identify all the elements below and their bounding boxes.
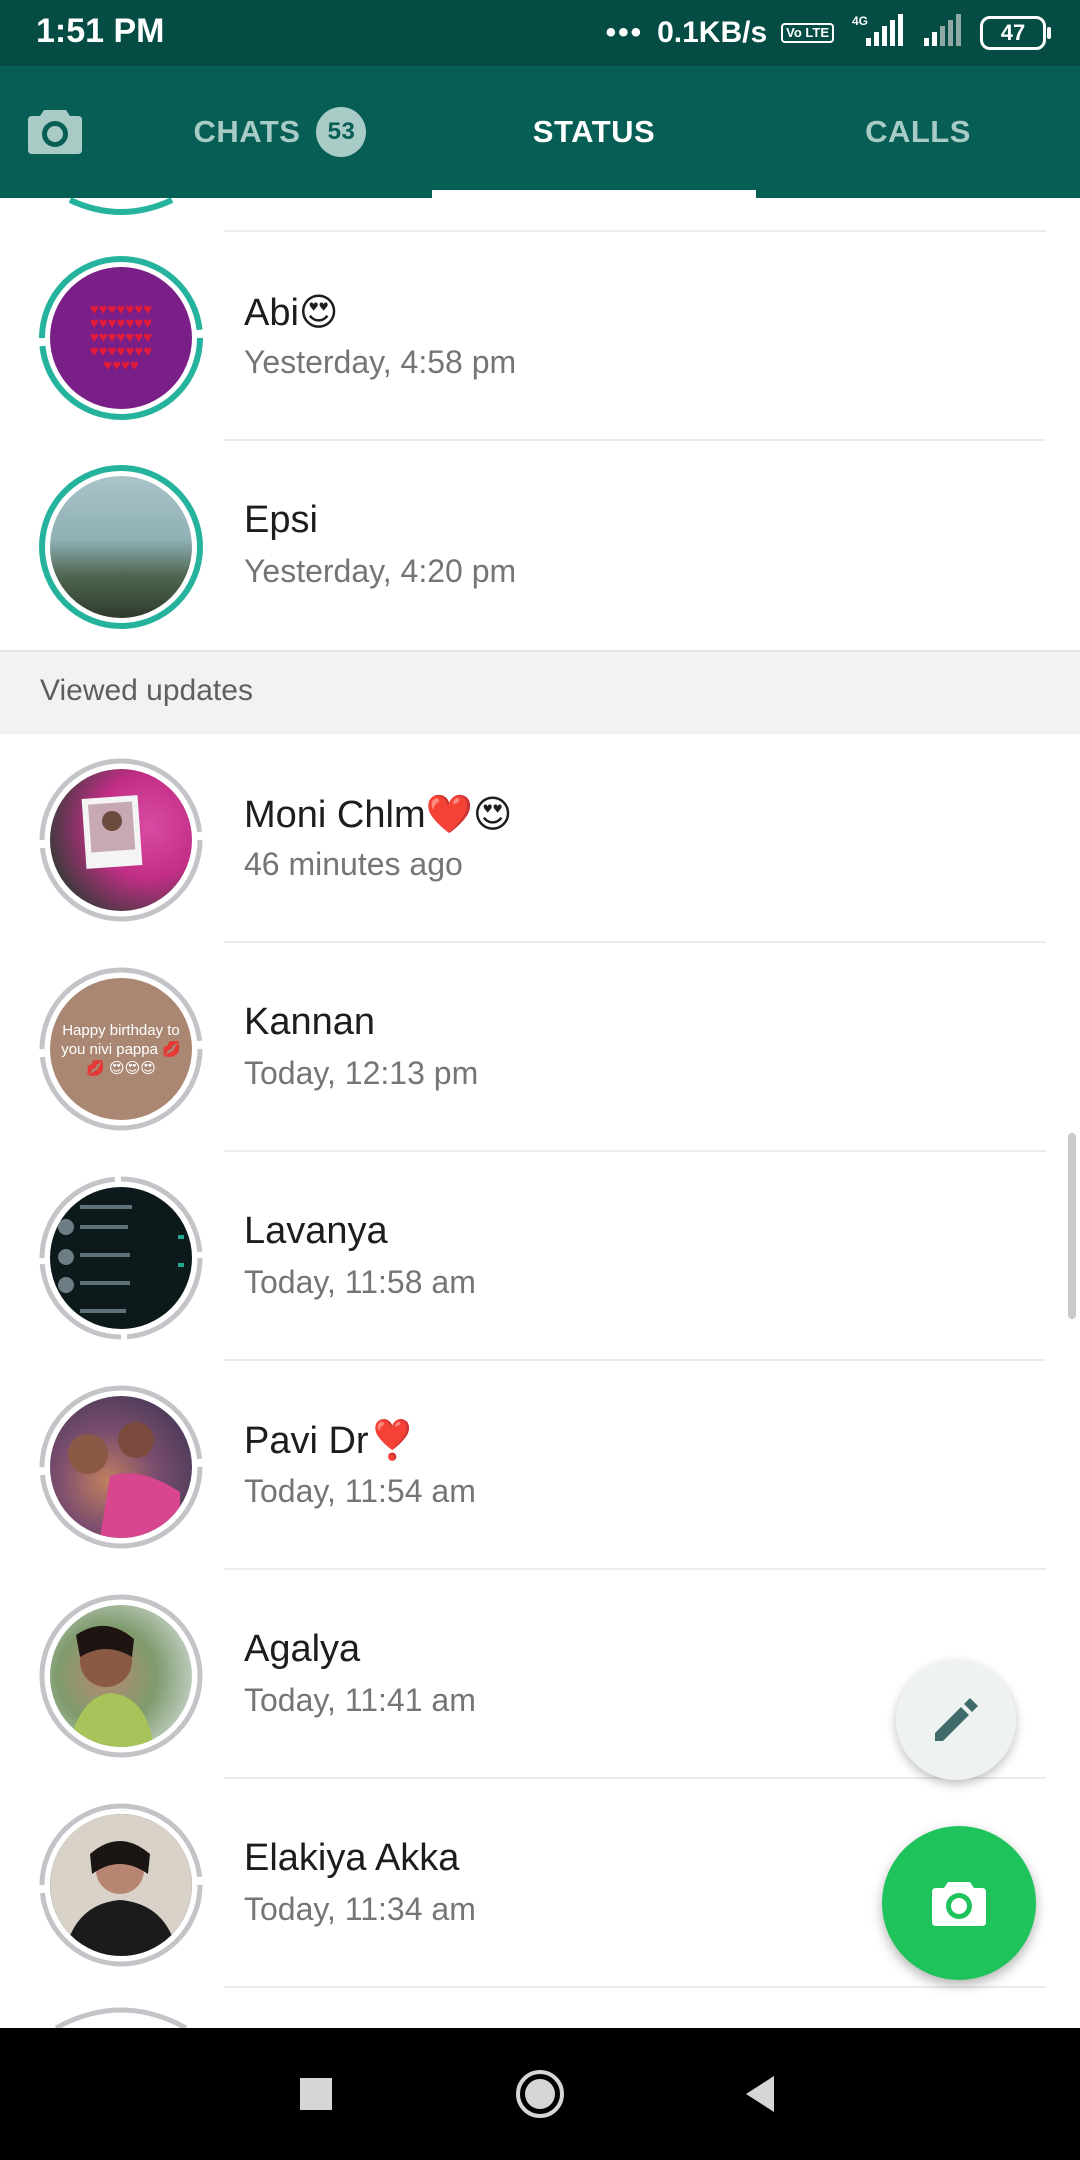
status-time: Today, 12:13 pm [244, 1055, 479, 1091]
text-status-button[interactable] [896, 1660, 1016, 1780]
status-thumbnail [50, 476, 192, 618]
back-button[interactable] [690, 2028, 830, 2160]
avatar: ♥♥♥♥♥♥♥ ♥♥♥♥♥♥♥ ♥♥♥♥♥♥♥ ♥♥♥♥♥♥♥ ♥♥♥♥ [38, 255, 204, 421]
status-thumbnail [50, 769, 192, 911]
notification-dots-icon: ••• [605, 16, 644, 49]
network-speed: 0.1KB/s [657, 16, 768, 49]
triangle-back-icon [746, 2076, 774, 2112]
partial-status-item[interactable] [0, 1988, 1080, 2028]
status-thumbnail [50, 1187, 192, 1329]
network-type-label: 4G [852, 14, 868, 28]
system-status-bar: 1:51 PM ••• 0.1KB/s Vo LTE 4G 47 [0, 0, 1080, 66]
system-navigation-bar [0, 2028, 1080, 2160]
avatar [38, 1175, 204, 1341]
status-thumbnail: Happy birthday to you nivi pappa 💋💋 😍😍😍 [50, 978, 192, 1120]
status-item-pavi[interactable]: Pavi Dr❣️ Today, 11:54 am [0, 1361, 1080, 1570]
volte-icon: Vo LTE [781, 23, 834, 43]
section-title: Viewed updates [40, 674, 253, 707]
square-recents-icon [300, 2078, 332, 2110]
status-item-lavanya[interactable]: Lavanya Today, 11:58 am [0, 1152, 1080, 1361]
status-time: Today, 11:34 am [244, 1891, 476, 1927]
status-item-kannan[interactable]: Happy birthday to you nivi pappa 💋💋 😍😍😍 … [0, 943, 1080, 1152]
status-item-epsi[interactable]: Epsi Yesterday, 4:20 pm [0, 441, 1080, 650]
status-thumbnail: ♥♥♥♥♥♥♥ ♥♥♥♥♥♥♥ ♥♥♥♥♥♥♥ ♥♥♥♥♥♥♥ ♥♥♥♥ [50, 267, 192, 409]
viewed-updates-header: Viewed updates [0, 650, 1080, 734]
tab-status[interactable]: STATUS [432, 66, 756, 198]
scrollbar[interactable] [1068, 1133, 1076, 1319]
tab-chats-label: CHATS [193, 114, 301, 149]
camera-icon [28, 110, 82, 154]
unread-count-badge: 53 [316, 107, 367, 157]
tab-calls[interactable]: CALLS [756, 66, 1080, 198]
battery-icon: 47 [980, 16, 1051, 50]
selected-tab-indicator [432, 190, 756, 198]
camera-tab[interactable] [26, 106, 84, 156]
contact-name: Moni Chlm❤️😍 [244, 794, 513, 836]
status-time: Yesterday, 4:58 pm [244, 344, 517, 380]
status-thumbnail [50, 1605, 192, 1747]
status-indicators: ••• 0.1KB/s Vo LTE 4G 47 [605, 12, 1051, 54]
thumbnail-text: Happy birthday to you nivi pappa 💋💋 😍😍😍 [61, 1021, 181, 1077]
status-item-abi[interactable]: ♥♥♥♥♥♥♥ ♥♥♥♥♥♥♥ ♥♥♥♥♥♥♥ ♥♥♥♥♥♥♥ ♥♥♥♥ Abi😍 Ye… [0, 232, 1080, 441]
circle-home-icon [516, 2070, 564, 2118]
contact-name: Kannan [244, 1001, 376, 1043]
tab-status-label: STATUS [532, 114, 656, 149]
avatar [38, 1384, 204, 1550]
avatar: Happy birthday to you nivi pappa 💋💋 😍😍😍 [38, 966, 204, 1132]
contact-name: Elakiya Akka [244, 1837, 460, 1879]
status-time: 46 minutes ago [244, 846, 463, 882]
status-time: Today, 11:54 am [244, 1473, 476, 1509]
partial-avatar-ring [54, 2007, 188, 2028]
avatar [38, 1593, 204, 1759]
tab-calls-label: CALLS [865, 114, 971, 149]
avatar [38, 1802, 204, 1968]
status-thumbnail [50, 1814, 192, 1956]
tab-chats[interactable]: CHATS 53 [130, 66, 430, 198]
pencil-icon [935, 1698, 978, 1741]
partial-avatar-ring [68, 198, 1046, 232]
status-time: Today, 11:58 am [244, 1264, 476, 1300]
status-time: Today, 11:41 am [244, 1682, 476, 1718]
recents-button[interactable] [246, 2028, 386, 2160]
status-thumbnail [50, 1396, 192, 1538]
signal-4g-icon: 4G [848, 13, 908, 53]
camera-status-button[interactable] [882, 1826, 1036, 1980]
contact-name: Agalya [244, 1628, 361, 1670]
app-bar: CHATS 53 STATUS CALLS [0, 66, 1080, 198]
contact-name: Lavanya [244, 1210, 388, 1252]
status-item-moni[interactable]: Moni Chlm❤️😍 46 minutes ago [0, 734, 1080, 943]
avatar [38, 464, 204, 630]
contact-name: Pavi Dr❣️ [244, 1420, 416, 1462]
status-time: 1:51 PM [36, 12, 165, 50]
partial-status-item[interactable] [0, 198, 1080, 232]
contact-name: Epsi [244, 499, 318, 541]
avatar [38, 757, 204, 923]
status-time: Yesterday, 4:20 pm [244, 553, 517, 589]
camera-icon [932, 1882, 986, 1926]
contact-name: Abi😍 [244, 292, 339, 334]
signal-strength-icon [922, 13, 966, 53]
home-button[interactable] [470, 2028, 610, 2160]
